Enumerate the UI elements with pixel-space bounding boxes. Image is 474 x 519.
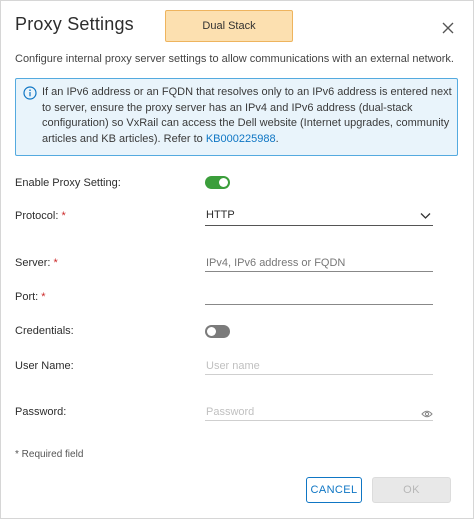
alert-text: If an IPv6 address or an FQDN that resol…: [42, 85, 454, 147]
password-label: Password:: [15, 406, 67, 418]
password-input[interactable]: [205, 403, 433, 421]
port-label: Port: *: [15, 291, 46, 303]
protocol-select[interactable]: HTTP: [205, 208, 433, 226]
toggle-knob: [219, 178, 228, 187]
credentials-label: Credentials:: [15, 325, 74, 337]
user-name-input[interactable]: [205, 357, 433, 375]
required-field-note: * Required field: [15, 449, 84, 460]
required-mark: *: [41, 291, 46, 303]
credentials-toggle[interactable]: [205, 325, 230, 338]
info-icon: [23, 86, 37, 100]
port-label-text: Port:: [15, 291, 39, 303]
port-input[interactable]: [205, 287, 433, 305]
info-alert: If an IPv6 address or an FQDN that resol…: [15, 78, 458, 156]
eye-icon[interactable]: [421, 409, 433, 419]
enable-proxy-toggle[interactable]: [205, 176, 230, 189]
server-input[interactable]: [205, 254, 433, 272]
alert-link-suffix: .: [275, 132, 279, 145]
user-name-label: User Name:: [15, 360, 74, 372]
dialog-description: Configure internal proxy server settings…: [15, 53, 454, 65]
server-label-text: Server:: [15, 257, 51, 269]
required-mark: *: [53, 257, 58, 269]
protocol-value: HTTP: [206, 209, 235, 221]
protocol-label-text: Protocol:: [15, 210, 59, 222]
close-icon[interactable]: [437, 17, 459, 39]
required-mark: *: [61, 210, 66, 222]
dual-stack-badge: Dual Stack: [165, 10, 293, 42]
cancel-button[interactable]: CANCEL: [306, 477, 362, 503]
kb-article-link[interactable]: KB000225988: [206, 133, 276, 145]
enable-proxy-label: Enable Proxy Setting:: [15, 177, 121, 189]
toggle-knob: [207, 327, 216, 336]
proxy-settings-dialog: Proxy Settings Dual Stack Configure inte…: [0, 0, 474, 519]
dialog-title: Proxy Settings: [15, 14, 134, 34]
chevron-down-icon: [420, 213, 431, 219]
protocol-label: Protocol: *: [15, 210, 66, 222]
server-label: Server: *: [15, 257, 58, 269]
ok-button[interactable]: OK: [372, 477, 451, 503]
